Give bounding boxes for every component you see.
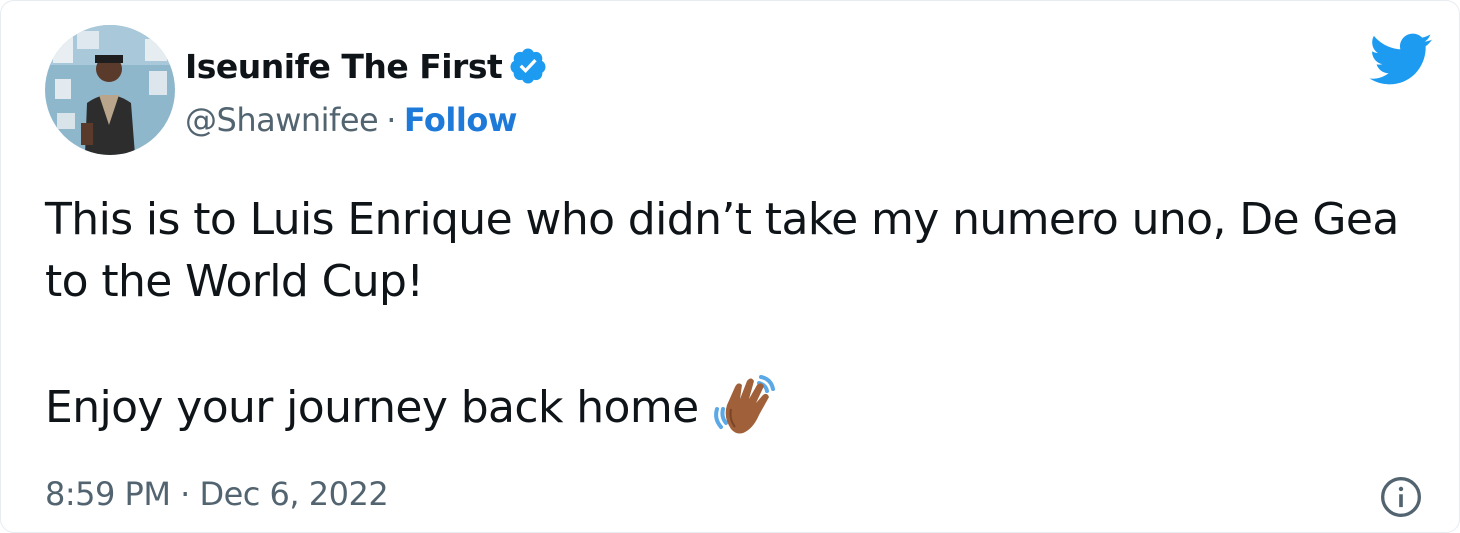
follow-link[interactable]: Follow <box>404 101 518 139</box>
verified-badge-icon <box>508 46 548 86</box>
avatar-photo <box>45 25 175 155</box>
author-handle-row: @Shawnifee · Follow <box>185 97 517 143</box>
tweet-card: Iseunife The First @Shawnifee · Follow T… <box>0 0 1460 533</box>
author-avatar[interactable] <box>45 25 175 155</box>
tweet-paragraph-text: Enjoy your journey back home <box>45 382 699 433</box>
tweet-timestamp[interactable]: 8:59 PM · Dec 6, 2022 <box>45 475 389 513</box>
info-icon[interactable] <box>1379 475 1423 519</box>
author-handle[interactable]: @Shawnifee <box>185 101 379 139</box>
tweet-paragraph: Enjoy your journey back home <box>45 375 1435 445</box>
tweet-body: This is to Luis Enrique who didn’t take … <box>45 189 1435 445</box>
waving-hand-icon <box>709 369 779 439</box>
author-display-name[interactable]: Iseunife The First <box>185 47 503 86</box>
separator-dot: · <box>386 101 396 139</box>
twitter-bird-icon[interactable] <box>1367 31 1433 87</box>
author-name-row: Iseunife The First <box>185 41 548 91</box>
tweet-paragraph: This is to Luis Enrique who didn’t take … <box>45 194 1399 307</box>
